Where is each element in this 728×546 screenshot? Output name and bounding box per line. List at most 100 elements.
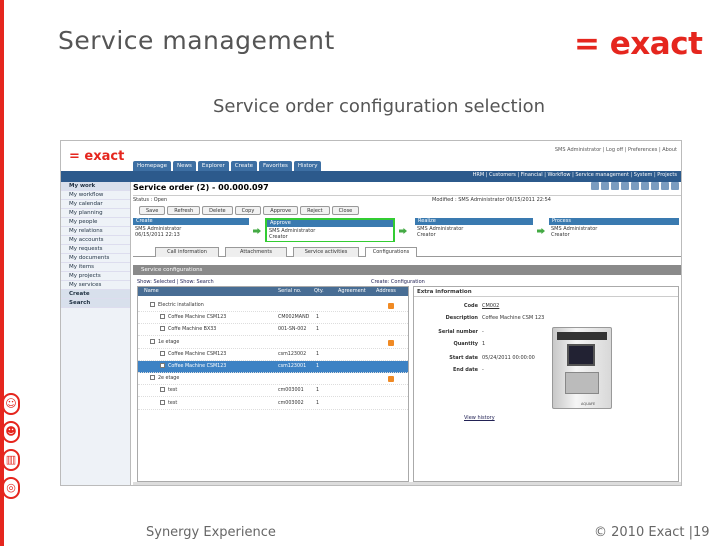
row-name-cell: 1e etage <box>150 337 179 349</box>
workflow-step: Approve SMS Administrator Creator <box>265 218 395 242</box>
action-button[interactable]: Copy <box>234 206 262 215</box>
building-icon: ▥ <box>2 449 20 471</box>
sub-tab[interactable]: Call information <box>155 247 219 257</box>
create-configuration-link[interactable]: Create: Configuration <box>371 279 425 285</box>
action-button[interactable]: Approve <box>263 206 299 215</box>
row-name: Coffee Machine CSM123 <box>168 315 227 321</box>
view-history-link[interactable]: View history <box>464 415 495 421</box>
col-qty[interactable]: Qty. <box>314 287 324 296</box>
action-button[interactable]: Refresh <box>167 206 201 215</box>
sidebar-item[interactable]: My workflow <box>61 191 130 200</box>
table-row[interactable]: 1e etage <box>138 337 408 349</box>
col-serial[interactable]: Serial no. <box>278 287 301 296</box>
row-qty: 1 <box>316 400 320 406</box>
step-head: Create <box>133 218 249 225</box>
table-row[interactable]: Coffee Machine CSM123 CM002MAND 1 <box>138 312 408 325</box>
app-tabs: Homepage News Explorer Create Favorites Histo… <box>133 161 323 171</box>
calendar-icon[interactable] <box>621 182 629 190</box>
table-row[interactable]: 2e etage <box>138 373 408 386</box>
action-button[interactable]: Reject <box>300 206 330 215</box>
table-row[interactable]: test cm003002 1 <box>138 398 408 410</box>
app-tab[interactable]: History <box>293 161 322 171</box>
checkbox-icon[interactable] <box>160 326 165 332</box>
sidebar-item[interactable]: Create <box>61 290 130 299</box>
sidebar: My work My workflow My calendar My planning… <box>61 182 131 485</box>
section-title: Service configurations <box>133 265 681 275</box>
field-label: Serial number <box>438 329 478 335</box>
step-info: Creator <box>269 234 288 240</box>
sidebar-item[interactable]: My planning <box>61 209 130 218</box>
export-icon[interactable] <box>651 182 659 190</box>
sidebar-item[interactable]: My calendar <box>61 200 130 209</box>
app-tab[interactable]: Create <box>230 161 258 171</box>
checkbox-icon[interactable] <box>160 387 165 393</box>
step-head: Realize <box>415 218 533 225</box>
app-tab[interactable]: Homepage <box>133 161 171 171</box>
field-value[interactable]: CM002 <box>482 303 499 309</box>
doc-icon[interactable] <box>611 182 619 190</box>
sidebar-item[interactable]: Search <box>61 299 130 308</box>
table-row[interactable]: Coffe Machine BX33 001-SN-002 1 <box>138 324 408 337</box>
sidebar-item[interactable]: My requests <box>61 245 130 254</box>
checkbox-icon[interactable] <box>160 350 165 356</box>
sidebar-item[interactable]: My documents <box>61 254 130 263</box>
help-icon[interactable] <box>671 182 679 190</box>
table-row[interactable]: test cm003001 1 <box>138 385 408 398</box>
checkbox-icon[interactable] <box>150 302 155 307</box>
sidebar-item[interactable]: My projects <box>61 272 130 281</box>
sub-tab[interactable]: Service activities <box>293 247 359 257</box>
extra-information-panel: Extra information Code CM002 Description Co… <box>413 286 679 482</box>
chat-icon: ☺ <box>2 393 20 415</box>
row-serial: 001-SN-002 <box>278 327 307 333</box>
table-row[interactable]: Electric installation <box>138 300 408 312</box>
field-label: Description <box>445 315 478 321</box>
workflow-step: Process SMS Administrator Creator <box>549 218 679 242</box>
col-name[interactable]: Name <box>144 287 159 296</box>
step-info: Creator <box>417 232 436 238</box>
machine-screen <box>567 344 595 366</box>
warning-icon <box>388 339 394 346</box>
row-qty: 1 <box>316 315 320 321</box>
field-value: - <box>482 329 484 335</box>
sidebar-item[interactable]: My services <box>61 281 130 290</box>
checkbox-icon[interactable] <box>150 375 155 381</box>
modified-text: Modified : SMS Administrator 06/15/2011 … <box>432 197 551 203</box>
checkbox-icon[interactable] <box>150 338 155 344</box>
coffee-machine-image: AQUAFE <box>552 327 612 409</box>
show-links[interactable]: Show: Selected | Show: Search <box>137 279 214 285</box>
checkbox-icon[interactable] <box>160 399 165 405</box>
row-qty: 1 <box>316 327 320 333</box>
app-tab[interactable]: Explorer <box>197 161 229 171</box>
table-row[interactable]: Coffee Machine CSM123 csm123001 1 <box>138 361 408 373</box>
link-icon[interactable] <box>631 182 639 190</box>
row-name-cell: test <box>160 398 177 410</box>
action-button[interactable]: Close <box>331 206 360 215</box>
sidebar-item[interactable]: My people <box>61 218 130 227</box>
sub-tab[interactable]: Configurations <box>365 247 417 257</box>
sub-tab[interactable]: Attachments <box>225 247 287 257</box>
step-body: SMS Administrator 06/15/2011 22:13 <box>133 225 249 239</box>
action-button[interactable]: Save <box>139 206 166 215</box>
user-bar[interactable]: SMS Administrator | Log off | Preference… <box>555 147 677 153</box>
note-icon[interactable] <box>641 182 649 190</box>
menu-items[interactable]: HRM | Customers | Financial | Workflow |… <box>473 172 677 178</box>
checkbox-icon[interactable] <box>160 363 165 368</box>
mail-icon[interactable] <box>601 182 609 190</box>
col-address[interactable]: Address <box>376 287 396 296</box>
sidebar-item[interactable]: My relations <box>61 227 130 236</box>
print-icon[interactable] <box>591 182 599 190</box>
arrow-icon <box>253 228 261 234</box>
scrollbar[interactable] <box>133 482 681 485</box>
row-name: Coffee Machine CSM123 <box>168 364 227 369</box>
star-icon[interactable] <box>661 182 669 190</box>
sidebar-item[interactable]: My accounts <box>61 236 130 245</box>
table-row[interactable]: Coffee Machine CSM123 csm123002 1 <box>138 349 408 361</box>
warning-icon <box>388 376 394 383</box>
sidebar-item[interactable]: My items <box>61 263 130 272</box>
sidebar-item[interactable]: My work <box>61 182 130 191</box>
col-agreement[interactable]: Agreement <box>338 287 366 296</box>
action-button[interactable]: Delete <box>202 206 233 215</box>
checkbox-icon[interactable] <box>160 314 165 320</box>
app-tab[interactable]: News <box>172 161 196 171</box>
app-tab[interactable]: Favorites <box>259 161 292 171</box>
